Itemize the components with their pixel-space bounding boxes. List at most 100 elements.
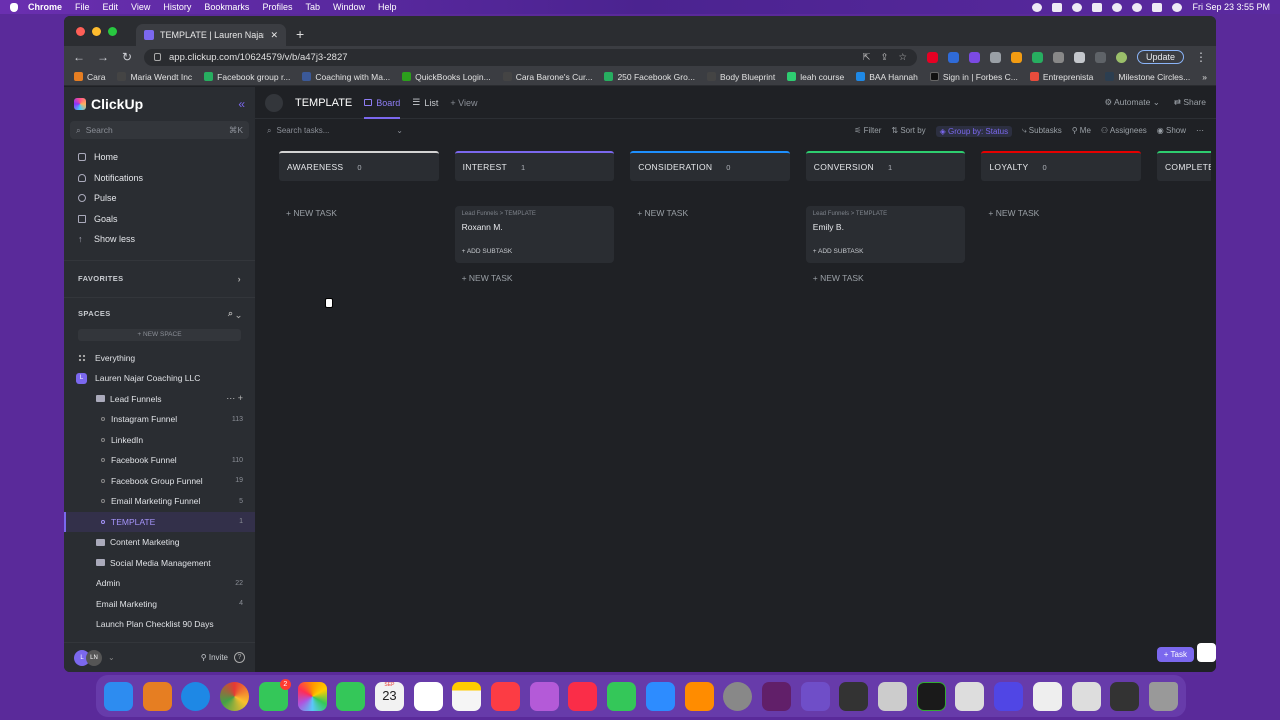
timer-icon[interactable] (1072, 2, 1083, 12)
sidebar-list-item[interactable]: LinkedIn (64, 430, 255, 451)
tab-list[interactable]: ☰ List (412, 87, 438, 119)
column-header[interactable]: CONVERSION 1 (805, 151, 966, 181)
forward-icon[interactable]: → (96, 50, 110, 64)
chevron-right-icon[interactable]: › (238, 274, 241, 284)
add-subtask-button[interactable]: + ADD SUBTASK (813, 248, 959, 255)
sidebar-list-item[interactable]: Admin 22 (64, 573, 255, 594)
bookmark-item[interactable]: leah course (787, 72, 844, 82)
list-status-icon[interactable] (265, 93, 283, 112)
bookmark-item[interactable]: Cara (74, 72, 105, 82)
new-task-button[interactable]: + NEW TASK (455, 273, 615, 283)
bookmark-item[interactable]: BAA Hannah (856, 72, 918, 82)
news-icon[interactable] (568, 681, 598, 711)
column-header[interactable]: CONSIDERATION 0 (630, 151, 790, 181)
column-header[interactable]: INTEREST 1 (454, 151, 615, 181)
facetime-icon[interactable] (336, 681, 366, 711)
chevron-down-icon[interactable]: ⌄ (396, 126, 403, 136)
extension-icon[interactable] (968, 51, 980, 63)
collapse-sidebar-icon[interactable]: « (238, 97, 245, 111)
favorites-header[interactable]: FAVORITES › (64, 271, 255, 287)
new-task-button[interactable]: + NEW TASK (806, 273, 966, 283)
trash-icon[interactable] (1148, 681, 1178, 711)
document-thumbnail-icon[interactable] (1071, 681, 1101, 711)
bookmark-item[interactable]: QuickBooks Login... (402, 72, 491, 82)
new-task-button[interactable]: + NEW TASK (981, 208, 1141, 218)
add-subtask-button[interactable]: + ADD SUBTASK (462, 248, 608, 255)
chevron-down-icon[interactable]: ⌄ (108, 653, 115, 662)
column-header[interactable]: COMPLETE (1156, 151, 1211, 181)
open-external-icon[interactable]: ⇱ (863, 52, 871, 63)
task-search-input[interactable]: ⌕ Search tasks... ⌄ (267, 126, 403, 136)
address-bar[interactable]: app.clickup.com/10624579/v/b/a47j3-2827 … (144, 48, 917, 66)
sidebar-item-home[interactable]: Home (64, 147, 255, 168)
menu-bookmarks[interactable]: Bookmarks (204, 2, 249, 12)
imovie-icon[interactable] (800, 681, 830, 711)
task-name[interactable]: Emily B. (813, 222, 959, 232)
search-spaces-icon[interactable]: ⌕ ⌄ (228, 308, 241, 319)
calendar-icon[interactable]: SEP 23 (374, 681, 404, 711)
menu-profiles[interactable]: Profiles (262, 2, 292, 12)
url-text[interactable]: app.clickup.com/10624579/v/b/a47j3-2827 (169, 52, 348, 63)
subtasks-button[interactable]: ⤷ Subtasks (1022, 126, 1062, 137)
menu-view[interactable]: View (131, 2, 150, 12)
help-icon[interactable]: ? (234, 652, 245, 663)
close-tab-icon[interactable]: ✕ (270, 30, 278, 41)
document-thumbnail-icon[interactable] (1032, 681, 1062, 711)
new-tab-icon[interactable]: + (296, 26, 304, 42)
siri-icon[interactable] (1172, 2, 1183, 12)
sidebar-list-item[interactable]: Facebook Funnel 110 (64, 450, 255, 471)
sidebar-folder[interactable]: Content Marketing (64, 532, 255, 553)
zoom-icon[interactable] (645, 681, 675, 711)
menu-edit[interactable]: Edit (103, 2, 119, 12)
puzzle-extensions-icon[interactable] (1073, 51, 1085, 63)
update-button[interactable]: Update (1136, 50, 1184, 64)
bookmark-star-icon[interactable]: ☆ (898, 52, 907, 63)
browser-tab[interactable]: TEMPLATE | Lauren Najar's Wo ✕ (136, 24, 286, 46)
me-button[interactable]: ⚲ Me (1072, 126, 1091, 137)
tab-add-view[interactable]: + View (450, 87, 477, 119)
reload-icon[interactable]: ↻ (120, 50, 134, 64)
sidebar-list-item[interactable]: Email Marketing 4 (64, 594, 255, 615)
folder-actions-icon[interactable]: ⋯ + (226, 393, 243, 404)
automate-button[interactable]: ⚙ Automate ⌄ (1104, 97, 1159, 108)
minimize-window-icon[interactable] (92, 27, 101, 36)
menu-app-name[interactable]: Chrome (28, 2, 62, 12)
sidebar-list-item[interactable]: Email Marketing Funnel 5 (64, 491, 255, 512)
battery-icon[interactable] (1092, 2, 1103, 12)
invite-button[interactable]: ⚲ Invite (201, 653, 228, 662)
record-icon[interactable] (1032, 2, 1043, 12)
sidebar-item-pulse[interactable]: Pulse (64, 188, 255, 209)
extension-icon[interactable] (1010, 51, 1022, 63)
group-by-button[interactable]: ◈ Group by: Status (935, 125, 1013, 137)
bookmark-item[interactable]: Body Blueprint (706, 72, 775, 82)
menu-window[interactable]: Window (333, 2, 365, 12)
pinterest-extension-icon[interactable] (926, 51, 938, 63)
messages-icon[interactable]: 2 (258, 678, 291, 711)
tab-board[interactable]: Board (364, 87, 401, 119)
bookmarks-overflow-icon[interactable]: » (1202, 72, 1207, 82)
sidebar-folder[interactable]: Social Media Management (64, 553, 255, 574)
bookmark-item[interactable]: Entreprenista (1029, 72, 1093, 82)
sidebar-list-item[interactable]: Facebook Group Funnel 19 (64, 471, 255, 492)
task-card[interactable]: Lead Funnels > TEMPLATE Roxann M. + ADD … (454, 206, 615, 263)
slack-icon[interactable] (761, 681, 791, 711)
side-panel-icon[interactable] (1094, 51, 1106, 63)
notes-icon[interactable] (452, 681, 482, 711)
assignees-button[interactable]: ⚇ Assignees (1101, 126, 1147, 137)
sidebar-item-everything[interactable]: Everything (64, 348, 255, 369)
sidebar-list-item-active[interactable]: TEMPLATE 1 (64, 511, 255, 532)
sidebar-item-notifications[interactable]: Notifications (64, 168, 255, 189)
preview-icon[interactable] (878, 681, 908, 711)
wifi-icon[interactable] (1112, 2, 1123, 12)
photos-icon[interactable] (297, 681, 327, 711)
bookmark-item[interactable]: Cara Barone's Cur... (502, 72, 592, 82)
column-header[interactable]: AWARENESS 0 (279, 151, 439, 181)
menu-history[interactable]: History (163, 2, 191, 12)
sidebar-item-workspace[interactable]: L Lauren Najar Coaching LLC (64, 368, 255, 389)
menu-help[interactable]: Help (378, 2, 397, 12)
sidebar-list-item[interactable]: Launch Plan Checklist 90 Days (64, 614, 255, 635)
new-task-button[interactable]: + NEW TASK (279, 208, 439, 218)
clickup-logo[interactable]: ClickUp (64, 87, 255, 121)
sidebar-search-input[interactable]: ⌕ Search ⌘K (70, 121, 249, 139)
control-center-icon[interactable] (1152, 2, 1163, 12)
